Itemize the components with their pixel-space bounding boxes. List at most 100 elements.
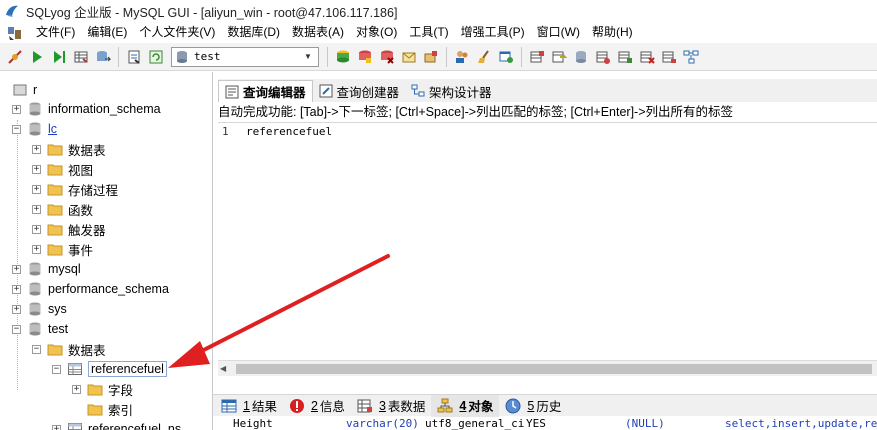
plus-icon[interactable]: + [32,224,41,234]
query-builder-button[interactable] [124,47,144,67]
execute-all-button[interactable] [49,47,69,67]
plus-icon[interactable]: + [32,144,41,154]
results-grid-icon [221,399,237,412]
tab-history[interactable]: 5 历史 [499,395,567,417]
table-import-button[interactable] [593,47,613,67]
table-drop-button[interactable] [659,47,679,67]
plus-icon[interactable]: + [32,184,41,194]
table-grid-button[interactable] [71,47,91,67]
tree-item-lc[interactable]: − lc [12,119,57,139]
restore-button[interactable] [421,47,441,67]
tab-objects[interactable]: 4 对象 [431,394,500,417]
tree-item-mysql[interactable]: + mysql [12,259,81,279]
menu-favorites[interactable]: 个人文件夹(V) [133,22,221,43]
plus-icon[interactable]: + [32,244,41,254]
package-icon [424,50,437,62]
line-gutter: 1 [218,123,240,361]
tree-item-fields[interactable]: + 字段 [72,379,133,399]
plus-icon[interactable]: + [72,384,81,394]
database-icon [177,50,187,63]
menu-objects[interactable]: 对象(O) [350,22,403,43]
tree-item-lc-views[interactable]: + 视图 [32,159,93,179]
export-button[interactable] [93,47,113,67]
menu-edit[interactable]: 编辑(E) [81,22,133,43]
database-icon [29,322,41,336]
menu-powertools[interactable]: 增强工具(P) [455,22,531,43]
create-db-button[interactable] [333,47,353,67]
tree-item-lc-tables[interactable]: + 数据表 [32,139,106,159]
tree-item-test-tables[interactable]: − 数据表 [32,339,106,359]
plus-icon[interactable]: + [52,424,61,430]
minus-icon[interactable]: − [52,364,61,374]
scrollbar-thumb[interactable] [236,364,872,374]
table-create-button[interactable] [527,47,547,67]
sql-editor[interactable]: 1 referencefuel [218,122,877,361]
tree-item-information-schema[interactable]: + information_schema [12,99,161,119]
table-truncate-button[interactable] [637,47,657,67]
new-connection-button[interactable] [5,47,25,67]
tree-item-lc-triggers[interactable]: + 触发器 [32,219,106,239]
schema-designer-button[interactable] [681,47,701,67]
tab-number: 5 [527,398,535,413]
execute-query-button[interactable] [27,47,47,67]
cell-default: (NULL) [625,417,665,430]
chevron-left-icon[interactable]: ◀ [220,364,226,373]
plus-icon[interactable]: + [12,284,21,294]
tree-item-lc-events[interactable]: + 事件 [32,239,93,259]
drop-db-button[interactable] [377,47,397,67]
chevron-down-icon[interactable]: ▼ [300,49,316,65]
minus-icon[interactable]: − [32,344,41,354]
object-browser: r + information_schema − lc + 数据表 + 视图 +… [0,72,213,430]
schema-sync-button[interactable] [496,47,516,67]
database-selector[interactable]: test ▼ [171,46,319,67]
tab-query-builder[interactable]: 查询创建器 [313,80,406,102]
minus-icon[interactable]: − [12,124,21,134]
menu-database[interactable]: 数据库(D) [221,22,286,43]
menu-window[interactable]: 窗口(W) [531,22,586,43]
tab-results[interactable]: 1 结果 [215,395,283,417]
folder-icon [87,384,103,396]
tree-item-lc-procedures[interactable]: + 存储过程 [32,179,118,199]
database-edit-icon [359,50,371,63]
tree-item-test[interactable]: − test [12,319,68,339]
folder-icon [87,404,103,416]
tree-item-lc-functions[interactable]: + 函数 [32,199,93,219]
tab-query-editor[interactable]: 查询编辑器 [218,80,313,102]
plus-icon[interactable]: + [32,204,41,214]
menu-tools[interactable]: 工具(T) [403,22,454,43]
code-line[interactable]: referencefuel [246,125,332,138]
tree-root[interactable]: r [12,80,37,100]
menu-file[interactable]: 文件(F) [30,22,81,43]
editor-horizontal-scrollbar[interactable]: ◀ [218,360,877,376]
tab-messages[interactable]: 2 信息 [283,395,351,417]
table-schema-button[interactable] [571,47,591,67]
connection-icon[interactable] [6,24,24,42]
tree-item-indexes[interactable]: 索引 [87,399,133,419]
play-all-icon [54,50,65,63]
alter-db-button[interactable] [355,47,375,67]
cleanup-button[interactable] [474,47,494,67]
plus-icon[interactable]: + [12,304,21,314]
plus-icon[interactable]: + [12,264,21,274]
tab-table-data[interactable]: 3 表数据 [351,395,431,417]
tree-label: test [48,322,69,336]
tree-label: sys [48,302,67,316]
table-copy-button[interactable] [549,47,569,67]
backup-button[interactable] [399,47,419,67]
tab-schema-designer[interactable]: 架构设计器 [405,80,498,102]
plus-icon[interactable]: + [32,164,41,174]
plus-icon[interactable]: + [12,104,21,114]
cell-privileges: select,insert,update,references [725,417,877,430]
minus-icon[interactable]: − [12,324,21,334]
result-row[interactable]: Height varchar(20) utf8_general_ci YES (… [213,417,877,430]
tree-item-referencefuel-ns[interactable]: + referencefuel_ns [52,419,181,430]
menu-table[interactable]: 数据表(A) [286,22,350,43]
user-manager-button[interactable] [452,47,472,67]
notepad-icon [128,50,140,64]
tree-item-performance-schema[interactable]: + performance_schema [12,279,169,299]
refresh-button[interactable] [146,47,166,67]
tree-item-referencefuel[interactable]: − referencefuel [52,359,167,379]
menu-help[interactable]: 帮助(H) [586,22,639,43]
tree-item-sys[interactable]: + sys [12,299,67,319]
table-export-button[interactable] [615,47,635,67]
